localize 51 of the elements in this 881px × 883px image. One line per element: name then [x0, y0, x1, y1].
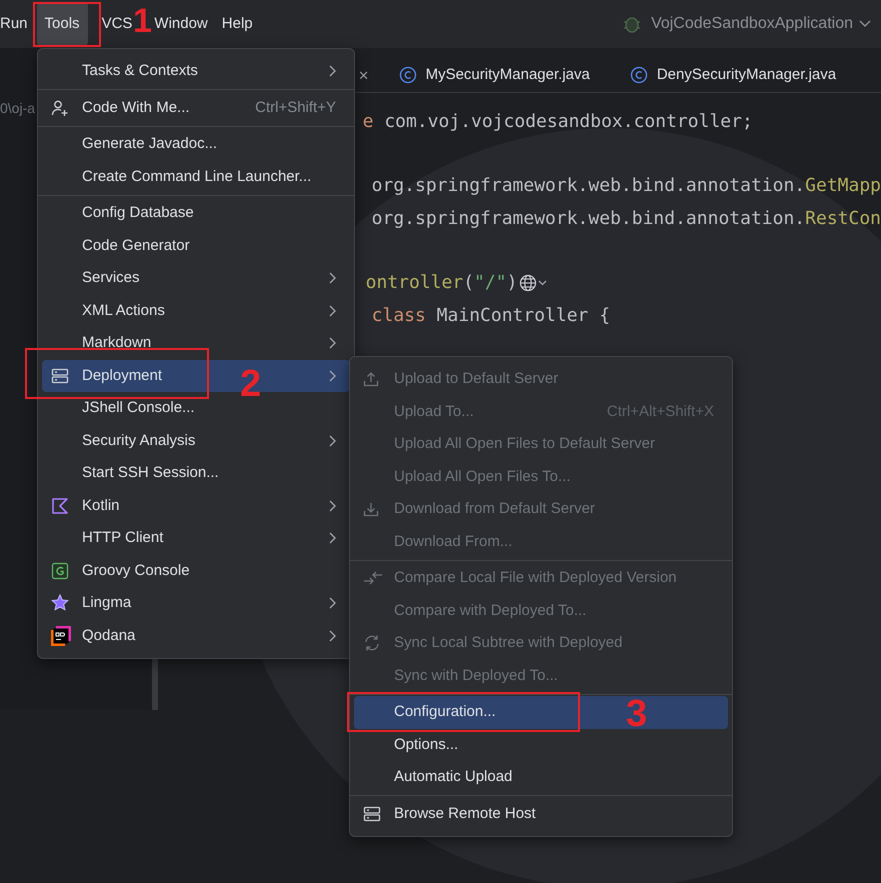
kotlin-logo-icon	[51, 496, 69, 515]
menu-item[interactable]: Groovy Console	[42, 554, 350, 587]
project-path: 0\oj-a	[0, 99, 36, 118]
menu-item[interactable]: Lingma	[42, 587, 350, 620]
menu-item[interactable]: Tasks & Contexts	[42, 55, 350, 88]
menu-item[interactable]: XML Actions	[42, 294, 350, 327]
star-logo-icon	[51, 594, 69, 612]
menu-item[interactable]: Create Command Line Launcher...	[42, 160, 350, 193]
code-line: org.springframework.web.bind.annotation.RestCon	[372, 206, 881, 231]
editor-tab[interactable]: DenySecurityManager.java	[630, 64, 836, 86]
menu-bar-item[interactable]: Run	[0, 2, 32, 46]
editor-tab[interactable]: MySecurityManager.java	[398, 64, 590, 86]
sync-icon	[363, 634, 381, 652]
menu-item[interactable]: Start SSH Session...	[42, 457, 350, 490]
run-configuration[interactable]: VojCodeSandboxApplication	[621, 12, 881, 36]
menu-item[interactable]: Kotlin	[42, 490, 350, 522]
class-icon	[398, 66, 417, 84]
code-line: class MainController {	[372, 304, 610, 328]
qodana-logo-icon	[51, 626, 71, 646]
code-line: e com.voj.vojcodesandbox.controller;	[362, 110, 753, 134]
code-line: ontroller("/")	[366, 271, 518, 296]
compare-arrows-icon	[363, 570, 383, 586]
menu-item[interactable]: Configuration... 3	[354, 696, 728, 728]
groovy-logo-icon	[51, 562, 69, 580]
menu-bar-item[interactable]: Help	[214, 2, 261, 46]
chevron-down-icon	[859, 20, 871, 28]
menu-item[interactable]: Config Database	[42, 197, 350, 230]
person-plus-icon	[51, 98, 69, 117]
menu-item[interactable]: Code Generator	[42, 230, 350, 262]
menu-item[interactable]: Code With Me... Ctrl+Shift+Y	[42, 92, 350, 124]
code-line: org.springframework.web.bind.annotation.GetMapp	[372, 174, 881, 198]
close-icon[interactable]: ×	[358, 67, 369, 84]
menu-item[interactable]: Generate Javadoc...	[42, 128, 350, 160]
server-icon	[363, 806, 381, 822]
highlight-frame	[33, 2, 101, 47]
step-number: 1	[133, 4, 152, 38]
globe-icon[interactable]	[519, 272, 550, 293]
server-icon	[51, 368, 69, 384]
download-icon	[363, 501, 379, 518]
menu-item[interactable]: Services	[42, 262, 350, 294]
shortcut-label: Ctrl+Shift+Y	[255, 98, 336, 118]
shortcut-label: Ctrl+Alt+Shift+X	[606, 402, 714, 422]
menu-item[interactable]: HTTP Client	[42, 522, 350, 554]
class-icon	[630, 66, 648, 84]
menu-bar-item[interactable]: Tools	[36, 2, 88, 46]
menu-item[interactable]: Security Analysis	[42, 424, 350, 457]
menu-item[interactable]: Automatic Upload	[354, 761, 728, 794]
menu-item[interactable]: Qodana	[42, 620, 350, 652]
menu-item[interactable]: Browse Remote Host	[354, 798, 728, 830]
upload-icon	[363, 371, 379, 388]
menu-item[interactable]: Markdown	[42, 327, 350, 360]
